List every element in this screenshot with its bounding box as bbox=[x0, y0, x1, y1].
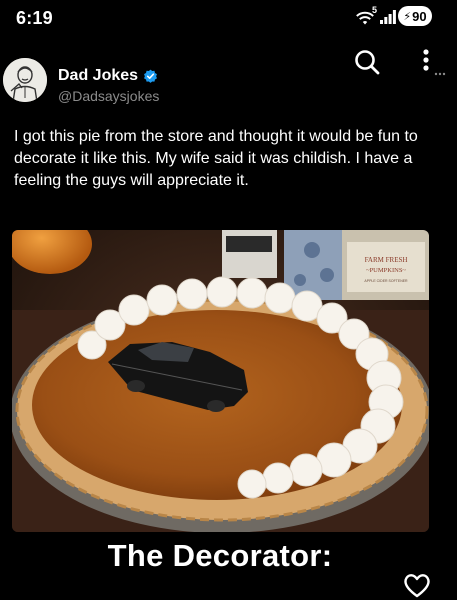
tweet-media-image[interactable]: FARM FRESH ~PUMPKINS~ APPLE CIDER SOFTEN… bbox=[12, 230, 429, 532]
pumpkin-box: FARM FRESH ~PUMPKINS~ APPLE CIDER SOFTEN… bbox=[284, 230, 429, 300]
author-handle[interactable]: @Dadsaysjokes bbox=[58, 88, 159, 104]
more-vertical-icon[interactable] bbox=[414, 46, 448, 82]
battery-charging-icon: ⚡ bbox=[403, 10, 412, 23]
avatar[interactable] bbox=[3, 58, 47, 102]
box-brand: FARM FRESH bbox=[365, 256, 408, 264]
search-icon[interactable] bbox=[352, 48, 382, 78]
battery-indicator: ⚡ 90 bbox=[398, 6, 432, 26]
meme-caption: The Decorator: bbox=[107, 538, 333, 573]
box-line: APPLE CIDER SOFTENER bbox=[364, 279, 408, 283]
status-time: 6:19 bbox=[16, 8, 53, 28]
author-name: Dad Jokes bbox=[58, 67, 139, 84]
network-badge: 5 bbox=[372, 5, 378, 15]
author-name-row[interactable]: Dad Jokes bbox=[58, 67, 158, 85]
tweet-text: I got this pie from the store and though… bbox=[14, 128, 418, 189]
status-bar: 6:19 5 ⚡ 90 bbox=[0, 0, 457, 36]
heart-outline-icon[interactable] bbox=[402, 570, 432, 600]
verified-badge-icon bbox=[144, 69, 158, 83]
battery-level: 90 bbox=[412, 8, 427, 24]
box-product: ~PUMPKINS~ bbox=[366, 267, 406, 274]
signal-bars-icon bbox=[380, 10, 396, 24]
avatar-illustration bbox=[3, 58, 47, 102]
